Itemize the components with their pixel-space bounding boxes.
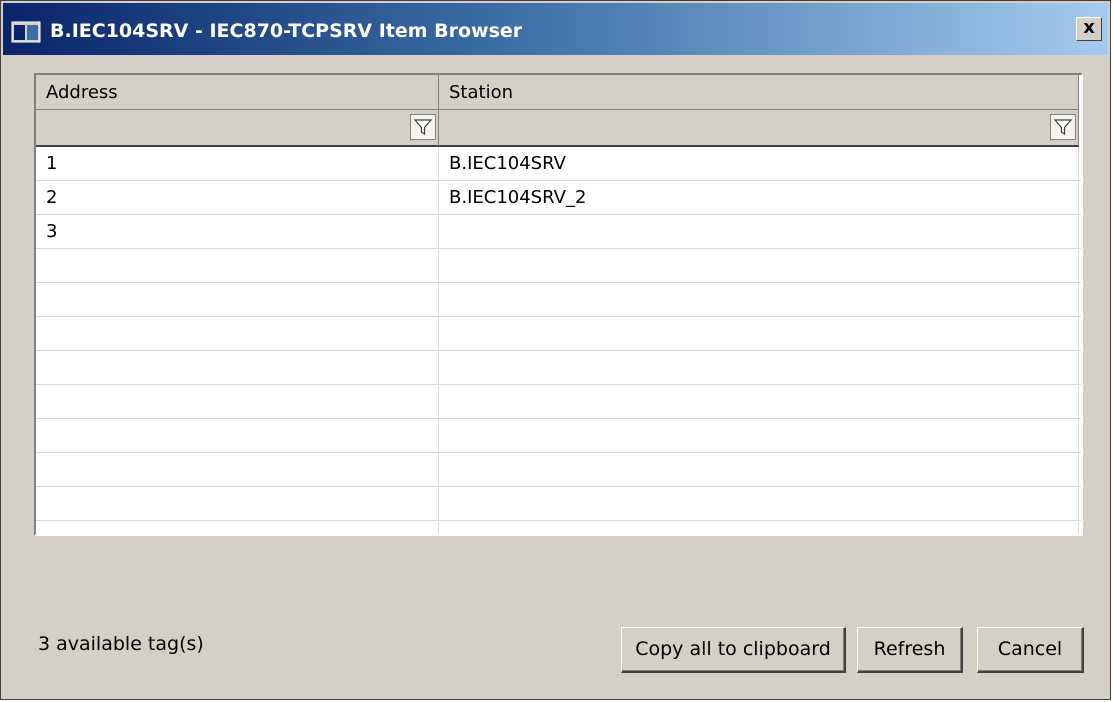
table-row[interactable] [36, 317, 1081, 351]
cancel-button[interactable]: Cancel [977, 627, 1084, 673]
filter-icon [414, 119, 432, 136]
cell-station [439, 215, 1079, 249]
column-header-station[interactable]: Station [439, 75, 1079, 110]
app-icon [11, 21, 41, 43]
cell-address [36, 283, 439, 317]
table-row[interactable] [36, 351, 1081, 385]
cell-address [36, 351, 439, 385]
cell-station [439, 521, 1079, 534]
cell-station [439, 419, 1079, 453]
cell-address: 3 [36, 215, 439, 249]
filter-row [36, 110, 1081, 147]
table-row[interactable] [36, 487, 1081, 521]
title-bar[interactable]: B.IEC104SRV - IEC870-TCPSRV Item Browser… [3, 3, 1108, 55]
filter-icon [1054, 119, 1072, 136]
cell-station [439, 317, 1079, 351]
filter-cell-address [36, 110, 439, 147]
copy-all-button[interactable]: Copy all to clipboard [621, 627, 846, 673]
cell-address [36, 521, 439, 534]
item-grid[interactable]: Address Station 1 B.IEC104SRV 2 B.IEC104SRV… [34, 73, 1083, 536]
cell-address [36, 453, 439, 487]
grid-body: 1 B.IEC104SRV 2 B.IEC104SRV_2 3 [36, 147, 1081, 534]
grid-header: Address Station [36, 75, 1081, 110]
table-row[interactable] [36, 521, 1081, 534]
table-row[interactable] [36, 419, 1081, 453]
cell-station: B.IEC104SRV_2 [439, 181, 1079, 215]
cell-station: B.IEC104SRV [439, 147, 1079, 181]
status-text: 3 available tag(s) [38, 633, 204, 655]
close-icon: x [1083, 17, 1095, 38]
table-row[interactable]: 3 [36, 215, 1081, 249]
table-row[interactable]: 1 B.IEC104SRV [36, 147, 1081, 181]
window-title: B.IEC104SRV - IEC870-TCPSRV Item Browser [50, 20, 523, 42]
cell-address [36, 385, 439, 419]
cell-station [439, 351, 1079, 385]
filter-button-station[interactable] [1050, 114, 1076, 140]
table-row[interactable] [36, 249, 1081, 283]
filter-cell-station [439, 110, 1079, 147]
close-button[interactable]: x [1076, 17, 1102, 41]
cell-address [36, 487, 439, 521]
table-row[interactable] [36, 385, 1081, 419]
refresh-button[interactable]: Refresh [857, 627, 963, 673]
cell-station [439, 385, 1079, 419]
table-row[interactable]: 2 B.IEC104SRV_2 [36, 181, 1081, 215]
column-header-address[interactable]: Address [36, 75, 439, 110]
cell-station [439, 487, 1079, 521]
cell-address [36, 419, 439, 453]
filter-button-address[interactable] [410, 114, 436, 140]
cell-address: 2 [36, 181, 439, 215]
cell-station [439, 249, 1079, 283]
cell-address [36, 249, 439, 283]
cell-station [439, 283, 1079, 317]
cell-address: 1 [36, 147, 439, 181]
table-row[interactable] [36, 453, 1081, 487]
item-browser-window: B.IEC104SRV - IEC870-TCPSRV Item Browser… [0, 0, 1111, 700]
table-row[interactable] [36, 283, 1081, 317]
cell-station [439, 453, 1079, 487]
cell-address [36, 317, 439, 351]
